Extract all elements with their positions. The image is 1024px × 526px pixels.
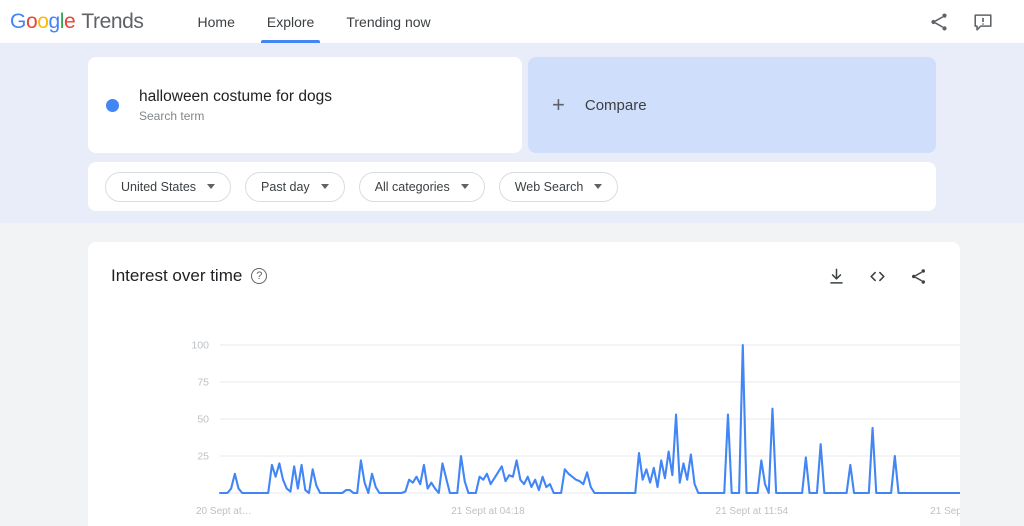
category-filter[interactable]: All categories: [359, 172, 485, 202]
logo-product-name: Trends: [81, 10, 143, 34]
logo-letter-g2: g: [49, 10, 60, 34]
interest-over-time-chart[interactable]: 100 75 50 25 20 Sept at… 21 Sept at 04:18 21 S…: [88, 332, 960, 526]
chevron-down-icon: [594, 184, 602, 189]
query-cards-row: halloween costume for dogs Search term +…: [0, 57, 1024, 153]
category-filter-label: All categories: [375, 180, 450, 194]
share-icon[interactable]: [928, 11, 950, 33]
page-title: Interest over time: [111, 266, 242, 286]
chart-header: Interest over time ?: [88, 242, 960, 286]
search-term-label: halloween costume for dogs: [139, 87, 332, 108]
download-icon[interactable]: [827, 267, 846, 286]
primary-nav: Home Explore Trending now: [182, 0, 447, 43]
search-term-text-group: halloween costume for dogs Search term: [139, 87, 332, 123]
chevron-down-icon: [321, 184, 329, 189]
help-icon[interactable]: ?: [251, 268, 267, 284]
logo-letter-e: e: [64, 10, 75, 34]
time-range-filter[interactable]: Past day: [245, 172, 345, 202]
nav-item-home[interactable]: Home: [182, 0, 251, 43]
nav-actions: [928, 11, 1008, 33]
x-axis-tick-label: 21 Sept at 19:30: [930, 506, 960, 517]
interest-over-time-card: Interest over time ?: [88, 242, 960, 526]
x-axis-tick-label: 21 Sept at 11:54: [716, 506, 789, 517]
search-type-filter-label: Web Search: [515, 180, 584, 194]
share-icon[interactable]: [909, 267, 928, 286]
query-section: halloween costume for dogs Search term +…: [0, 43, 1024, 223]
logo-letter-o2: o: [37, 10, 48, 34]
feedback-icon[interactable]: [972, 11, 994, 33]
compare-button[interactable]: + Compare: [528, 57, 936, 153]
y-axis-tick-label: 75: [197, 377, 209, 389]
location-filter[interactable]: United States: [105, 172, 231, 202]
location-filter-label: United States: [121, 180, 196, 194]
nav-item-explore[interactable]: Explore: [251, 0, 330, 43]
logo-letter-o1: o: [26, 10, 37, 34]
plus-icon: +: [552, 94, 565, 116]
y-axis-tick-label: 100: [191, 340, 209, 352]
embed-icon[interactable]: [868, 267, 887, 286]
y-axis-tick-label: 25: [197, 451, 209, 463]
logo-letter-g: G: [10, 10, 26, 34]
chevron-down-icon: [207, 184, 215, 189]
x-axis-tick-label: 21 Sept at 04:18: [451, 506, 525, 517]
chart-svg: 100 75 50 25 20 Sept at… 21 Sept at 04:18 21 S…: [88, 332, 960, 526]
nav-item-trending-now[interactable]: Trending now: [330, 0, 446, 43]
search-term-card[interactable]: halloween costume for dogs Search term: [88, 57, 522, 153]
search-type-filter[interactable]: Web Search: [499, 172, 619, 202]
chevron-down-icon: [461, 184, 469, 189]
y-axis-tick-label: 50: [197, 414, 209, 426]
google-trends-logo[interactable]: Google Trends: [10, 10, 144, 34]
chart-actions: [827, 267, 928, 286]
filters-bar: United States Past day All categories We…: [88, 162, 936, 211]
search-term-type: Search term: [139, 109, 332, 123]
top-navigation-bar: Google Trends Home Explore Trending now: [0, 0, 1024, 43]
x-axis-tick-label: 20 Sept at…: [196, 506, 252, 517]
compare-label: Compare: [585, 97, 647, 114]
series-color-dot: [106, 99, 119, 112]
results-section: Interest over time ?: [0, 223, 1024, 526]
time-range-filter-label: Past day: [261, 180, 310, 194]
